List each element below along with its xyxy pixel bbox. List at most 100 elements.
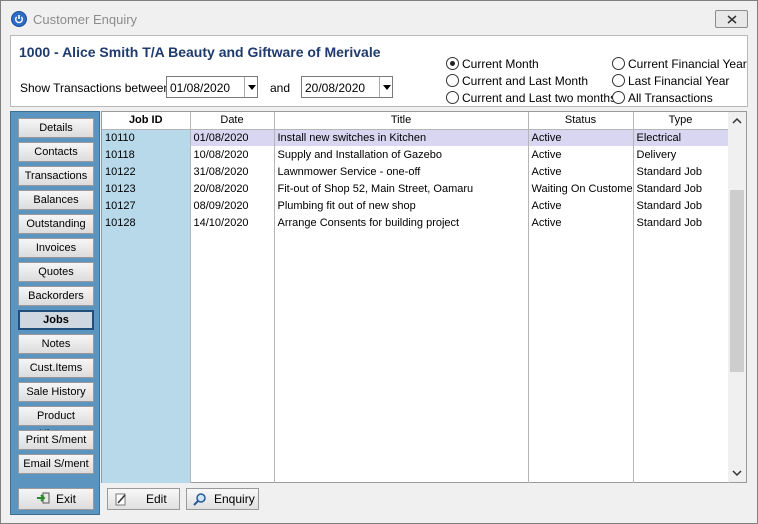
nav-button-outstanding[interactable]: Outstanding [18,214,94,234]
table-cell: 10118 [102,146,191,163]
table-cell: Standard Job [633,163,729,180]
nav-button-jobs[interactable]: Jobs [18,310,94,330]
table-row[interactable]: 10122 31/08/2020 Lawnmower Service - one-o… [102,163,729,180]
table-cell: Install new switches in Kitchen [274,129,529,146]
table-row[interactable]: 10123 20/08/2020 Fit-out of Shop 52, Main … [102,180,729,197]
column-header[interactable]: Status [528,112,634,130]
and-label: and [270,81,291,95]
table-cell: Plumbing fit out of new shop [274,197,529,214]
edit-label: Edit [146,492,167,506]
table-cell: Delivery [633,146,729,163]
table-cell: 31/08/2020 [190,163,275,180]
period-radio-label: Current Month [462,57,539,71]
jobs-grid: Job ID Date Title Status Type 10110 01/08/202… [101,111,747,483]
nav-button-balances[interactable]: Balances [18,190,94,210]
table-cell: Fit-out of Shop 52, Main Street, Oamaru [274,180,529,197]
radio-circle[interactable] [612,74,625,87]
table-cell: Active [528,163,634,180]
column-header[interactable]: Date [190,112,275,130]
nav-panel: Details Contacts Transactions Balances Outst… [10,111,100,515]
nav-button-details[interactable]: Details [18,118,94,138]
table-cell: Active [528,146,634,163]
nav-button-email-s-ment[interactable]: Email S/ment [18,454,94,474]
radio-circle[interactable] [446,74,459,87]
exit-button[interactable]: Exit [18,488,94,510]
table-row[interactable]: 10110 01/08/2020 Install new switches in K… [102,129,729,146]
table-cell: 10123 [102,180,191,197]
header-panel: 1000 - Alice Smith T/A Beauty and Giftwa… [10,35,748,107]
column-header[interactable]: Title [274,112,529,130]
radio-circle[interactable] [612,91,625,104]
to-date-picker[interactable]: 20/08/2020 [301,76,393,98]
table-cell: Electrical [633,129,729,146]
edit-pencil-icon [115,493,126,506]
period-radio-label: Last Financial Year [628,74,730,88]
to-date-value: 20/08/2020 [305,81,366,95]
title-bar: Customer Enquiry [1,1,757,37]
customer-enquiry-window: Customer Enquiry 1000 - Alice Smith T/A … [0,0,758,524]
table-cell: Standard Job [633,197,729,214]
vertical-scrollbar[interactable] [728,112,746,482]
table-cell: Standard Job [633,214,729,231]
to-date-dropdown-icon[interactable] [379,77,392,97]
radio-circle[interactable] [446,57,459,70]
radio-circle[interactable] [612,57,625,70]
magnifier-icon [193,493,206,506]
nav-button-print-s-ment[interactable]: Print S/ment [18,430,94,450]
customer-title: 1000 - Alice Smith T/A Beauty and Giftwa… [19,44,381,60]
nav-button-contacts[interactable]: Contacts [18,142,94,162]
table-row[interactable]: 10128 14/10/2020 Arrange Consents for buil… [102,214,729,231]
window-title: Customer Enquiry [33,12,138,27]
scroll-up-icon[interactable] [732,116,742,126]
enquiry-label: Enquiry [214,492,255,506]
table-cell: Arrange Consents for building project [274,214,529,231]
table-cell: 10110 [102,129,191,146]
table-row[interactable]: 10127 08/09/2020 Plumbing fit out of new s… [102,197,729,214]
table-cell: 10128 [102,214,191,231]
app-power-icon [11,11,27,27]
close-icon [727,15,737,24]
table-cell: Lawnmower Service - one-off [274,163,529,180]
exit-icon [36,490,50,510]
scroll-down-icon[interactable] [732,468,742,478]
radio-circle[interactable] [446,91,459,104]
table-cell: Standard Job [633,180,729,197]
table-cell: Active [528,214,634,231]
nav-button-product-history[interactable]: Product History [18,406,94,440]
nav-button-notes[interactable]: Notes [18,334,94,354]
nav-button-cust-items[interactable]: Cust.Items [18,358,94,378]
show-transactions-label: Show Transactions between [20,81,171,95]
enquiry-button[interactable]: Enquiry [186,488,259,510]
table-cell: Supply and Installation of Gazebo [274,146,529,163]
from-date-dropdown-icon[interactable] [244,77,257,97]
nav-button-transactions[interactable]: Transactions [18,166,94,186]
table-cell: 10127 [102,197,191,214]
table-cell: 10122 [102,163,191,180]
nav-button-sale-history[interactable]: Sale History [18,382,94,402]
nav-button-backorders[interactable]: Backorders [18,286,94,306]
table-cell: Waiting On Customer [528,180,634,197]
table-cell: 10/08/2020 [190,146,275,163]
edit-button[interactable]: Edit [107,488,180,510]
jobs-table: Job ID Date Title Status Type 10110 01/08/202… [102,112,729,231]
period-radio-label: Current Financial Year [628,57,747,71]
table-cell: 20/08/2020 [190,180,275,197]
scrollbar-thumb[interactable] [730,190,744,372]
exit-label: Exit [55,492,76,506]
table-cell: 14/10/2020 [190,214,275,231]
table-cell: 08/09/2020 [190,197,275,214]
table-row[interactable]: 10118 10/08/2020 Supply and Installation o… [102,146,729,163]
table-cell: Active [528,197,634,214]
table-cell: Active [528,129,634,146]
bottom-toolbar: Edit Enquiry [101,485,747,515]
from-date-value: 01/08/2020 [170,81,231,95]
column-header[interactable]: Job ID [102,112,191,130]
table-cell: 01/08/2020 [190,129,275,146]
nav-button-quotes[interactable]: Quotes [18,262,94,282]
nav-button-invoices[interactable]: Invoices [18,238,94,258]
period-radio-label: Current and Last two months [462,91,617,105]
column-header[interactable]: Type [633,112,729,130]
from-date-picker[interactable]: 01/08/2020 [166,76,258,98]
close-button[interactable] [715,10,748,28]
period-radio-label: Current and Last Month [462,74,589,88]
